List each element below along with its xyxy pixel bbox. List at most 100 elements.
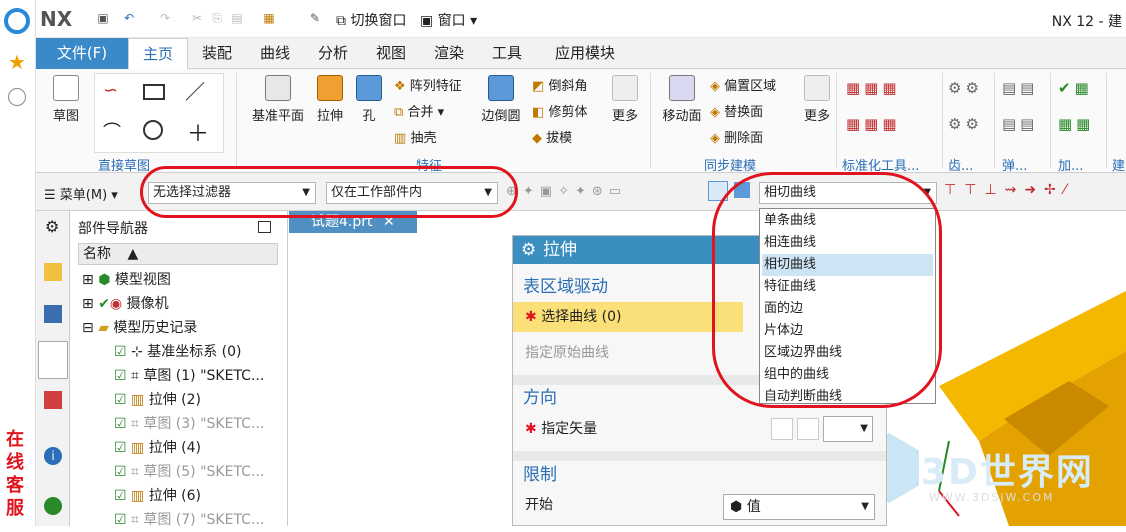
group-add[interactable]: 加... xyxy=(1058,155,1083,174)
edge-blend-icon xyxy=(488,75,514,101)
required-asterisk-icon: ✱ xyxy=(525,421,537,437)
group-sync-modeling[interactable]: 同步建模 xyxy=(704,155,756,174)
star-icon[interactable]: ★ xyxy=(8,50,26,74)
tab-analysis[interactable]: 分析 xyxy=(308,38,358,69)
more-feature-button[interactable]: 更多 xyxy=(608,75,642,124)
draft-button[interactable]: ◆ 拔模 xyxy=(532,127,572,146)
tree-item-extrude-2[interactable]: ☑ ▥ 拉伸 (2) xyxy=(114,388,201,412)
trim-body-button[interactable]: ◧ 修剪体 xyxy=(532,101,587,120)
window-button[interactable]: ▣ 窗口 ▾ xyxy=(420,10,477,30)
tree-item-sketch-1[interactable]: ☑ ⌗ 草图 (1) "SKETC... xyxy=(114,364,264,388)
tree-item-model-views[interactable]: ⊞ ⬢ 模型视图 xyxy=(82,268,171,292)
annotation-loop-curve-rule xyxy=(712,172,942,408)
settings-gear-icon[interactable]: ⚙ xyxy=(521,236,536,264)
tab-view[interactable]: 视图 xyxy=(366,38,416,69)
group-spring[interactable]: 弹... xyxy=(1002,155,1027,174)
tab-applications[interactable]: 应用模块 xyxy=(542,38,628,69)
settings-gear-icon[interactable]: ⚙ xyxy=(45,217,59,236)
sync-more-icon xyxy=(804,75,830,101)
copy-icon[interactable]: ⎘ xyxy=(208,9,226,27)
offset-region-button[interactable]: ◈ 偏置区域 xyxy=(710,75,776,94)
tree-item-extrude-6[interactable]: ☑ ▥ 拉伸 (6) xyxy=(114,484,201,508)
replace-face-button[interactable]: ◈ 替换面 xyxy=(710,101,763,120)
add-tools-icons[interactable]: ✔▦ ▦▦ xyxy=(1058,79,1094,133)
file-menu[interactable]: 文件(F) xyxy=(36,38,128,69)
curve-tool-icons[interactable]: ⊤⊤⊥⇝➜✢⁄ xyxy=(944,182,1074,198)
delete-face-icon: ◈ xyxy=(710,131,720,146)
vector-dialog-icon[interactable] xyxy=(797,418,819,440)
datum-plane-button[interactable]: 基准平面 xyxy=(246,75,310,124)
gear-tools-icons[interactable]: ⚙⚙ ⚙⚙ xyxy=(948,79,983,133)
move-face-button[interactable]: 移动面 xyxy=(658,75,706,124)
watermark-brand: 3D世界网 xyxy=(921,452,1094,493)
maximize-icon[interactable] xyxy=(258,221,271,233)
constraint-navigator-icon[interactable] xyxy=(44,305,62,323)
circle-icon[interactable] xyxy=(143,120,163,140)
tab-home[interactable]: 主页 xyxy=(128,38,188,69)
tab-tools[interactable]: 工具 xyxy=(482,38,532,69)
spring-tools-icons[interactable]: ▤▤ ▤▤ xyxy=(1002,79,1038,133)
graphics-window[interactable]: 试题4.prt ✕ 3D世界网 WWW.3DSJW.COM ⚙ 拉伸 表区域驱动… xyxy=(289,211,1126,526)
section-limits[interactable]: 限制 xyxy=(523,460,557,485)
cut-icon[interactable]: ✂ xyxy=(188,9,206,27)
array-feature-button[interactable]: ❖ 阵列特征 xyxy=(394,75,462,94)
chamfer-button[interactable]: ◩ 倒斜角 xyxy=(532,75,587,94)
more-icon xyxy=(612,75,638,101)
line-icon[interactable]: ／ xyxy=(185,76,205,105)
reuse-library-icon[interactable] xyxy=(44,391,62,409)
shell-button[interactable]: ▥ 抽壳 xyxy=(394,127,436,146)
web-browser-icon[interactable] xyxy=(44,497,62,515)
point-icon[interactable]: ＋ xyxy=(187,116,209,148)
vector-reverse-icon[interactable] xyxy=(771,418,793,440)
name-column-header[interactable]: 名称 ▲ xyxy=(78,243,278,265)
group-build[interactable]: 建 xyxy=(1112,155,1125,174)
tree-item-model-history[interactable]: ⊟ ▰ 模型历史记录 xyxy=(82,316,197,340)
standard-tools-icons[interactable]: ▦▦▦ ▦▦▦ xyxy=(846,79,936,133)
section-direction[interactable]: 方向 xyxy=(523,383,557,408)
rectangle-icon[interactable] xyxy=(143,84,165,100)
tab-render[interactable]: 渲染 xyxy=(424,38,474,69)
tab-assembly[interactable]: 装配 xyxy=(192,38,242,69)
annotation-loop-filters xyxy=(140,166,518,218)
redo-icon[interactable]: ↷ xyxy=(156,9,174,27)
switch-window-button[interactable]: ⧉ 切换窗口 xyxy=(336,10,406,30)
select-curve-row[interactable]: ✱ 选择曲线 (0) xyxy=(513,302,743,332)
save-icon[interactable]: ▣ xyxy=(94,9,112,27)
group-direct-sketch[interactable]: 直接草图 xyxy=(98,155,150,174)
undo-icon[interactable]: ↶ xyxy=(120,9,138,27)
chevron-down-icon: ▼ xyxy=(861,501,869,512)
section-region-driven[interactable]: 表区域驱动 xyxy=(523,272,608,297)
tree-item-sketch-3[interactable]: ☑ ⌗ 草图 (3) "SKETC... xyxy=(114,412,264,436)
profile-icon[interactable]: ∽ xyxy=(103,80,118,101)
extrude-button[interactable]: 拉伸 xyxy=(312,75,348,124)
hole-button[interactable]: 孔 xyxy=(354,75,384,124)
hole-icon xyxy=(356,75,382,101)
command-icon[interactable]: ▦ xyxy=(260,9,278,27)
tree-item-sketch-5[interactable]: ☑ ⌗ 草图 (5) "SKETC... xyxy=(114,460,264,484)
nx-logo: NX xyxy=(40,7,73,31)
tree-item-sketch-7[interactable]: ☑ ⌗ 草图 (7) "SKETC... xyxy=(114,508,264,532)
group-gear[interactable]: 齿... xyxy=(948,155,973,174)
union-button[interactable]: ⧉ 合并 ▾ xyxy=(394,101,444,120)
tree-item-datum-csys[interactable]: ☑ ⊹ 基准坐标系 (0) xyxy=(114,340,241,364)
online-service-text[interactable]: 在线客服 xyxy=(6,428,28,520)
assembly-navigator-icon[interactable] xyxy=(44,263,62,281)
edge-blend-button[interactable]: 边倒圆 xyxy=(478,75,524,124)
tab-curve[interactable]: 曲线 xyxy=(250,38,300,69)
tree-item-extrude-4[interactable]: ☑ ▥ 拉伸 (4) xyxy=(114,436,201,460)
paste-icon[interactable]: ▤ xyxy=(228,9,246,27)
snap-tool-icons[interactable]: ⊕✦▣✧✦⊛▭ xyxy=(506,184,627,199)
part-navigator-icon[interactable] xyxy=(38,341,68,379)
globe-icon[interactable] xyxy=(8,88,26,106)
tree-item-cameras[interactable]: ⊞ ✔◉ 摄像机 xyxy=(82,292,169,316)
info-icon[interactable]: i xyxy=(44,447,62,465)
repeat-icon[interactable]: ✎ xyxy=(306,9,324,27)
more-sync-button[interactable]: 更多 xyxy=(800,75,834,124)
delete-face-button[interactable]: ◈ 删除面 xyxy=(710,127,763,146)
vector-inferred-icon[interactable]: ▼ xyxy=(823,416,873,442)
required-asterisk-icon: ✱ xyxy=(525,309,537,325)
menu-button[interactable]: ☰ 菜单(M) ▾ xyxy=(44,184,118,203)
sketch-button[interactable]: 草图 xyxy=(48,75,84,124)
start-type-dropdown[interactable]: ⬢ 值 ▼ xyxy=(723,494,875,520)
arc-icon[interactable]: ⌒ xyxy=(103,118,121,144)
